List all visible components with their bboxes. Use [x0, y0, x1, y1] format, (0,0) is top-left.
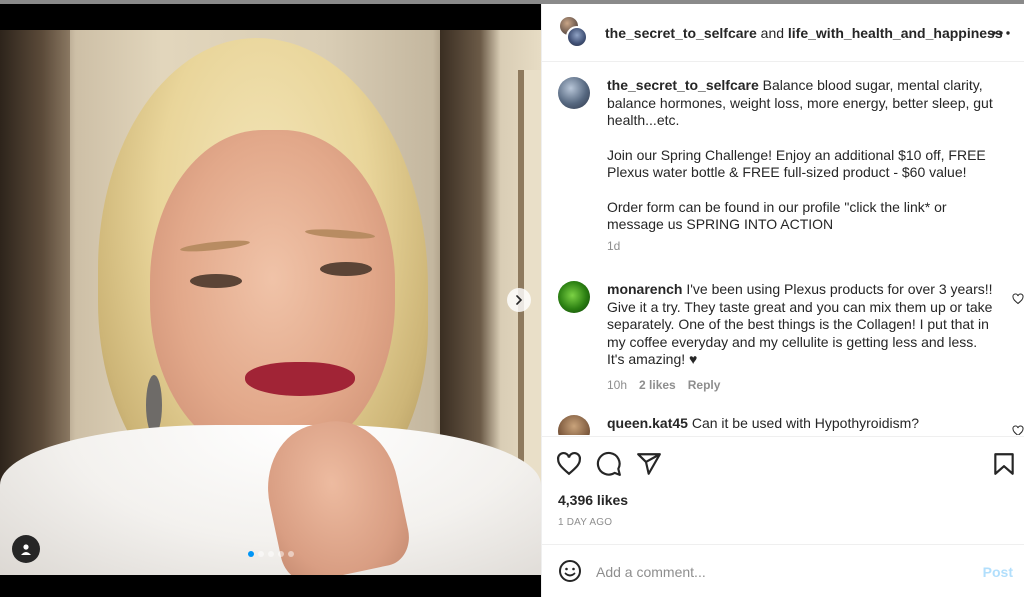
carousel-dot: [248, 551, 254, 557]
post-side-panel: the_secret_to_selfcare and life_with_hea…: [541, 4, 1024, 597]
post-media: [0, 4, 541, 597]
heart-icon[interactable]: [1012, 293, 1024, 305]
user-tag-icon: [21, 544, 31, 555]
comment-likes[interactable]: 2 likes: [639, 377, 676, 395]
likes-count[interactable]: 4,396 likes: [558, 492, 628, 508]
avatar[interactable]: [558, 77, 590, 109]
carousel-dot: [278, 551, 284, 557]
avatar[interactable]: [558, 415, 590, 435]
reply-button[interactable]: Reply: [688, 377, 721, 395]
heart-icon[interactable]: [556, 451, 582, 477]
avatar[interactable]: [558, 281, 590, 313]
share-icon[interactable]: [636, 451, 662, 477]
user-tags-button[interactable]: [12, 535, 40, 563]
chevron-right-icon: [516, 295, 523, 305]
caption-paragraph: Join our Spring Challenge! Enjoy an addi…: [607, 146, 990, 181]
save-icon[interactable]: [991, 451, 1017, 477]
comment-text: Can it be used with Hypothyroidism?: [691, 415, 920, 431]
collaborator-username[interactable]: life_with_health_and_happiness: [788, 25, 1003, 41]
comment-username[interactable]: queen.kat45: [607, 415, 688, 431]
post-photo: [0, 30, 541, 575]
more-icon: [992, 31, 1010, 35]
caption: the_secret_to_selfcare Balance blood sug…: [558, 77, 998, 255]
add-comment-bar: Post: [542, 544, 1024, 597]
comment-username[interactable]: monarench: [607, 281, 682, 297]
carousel-next-button[interactable]: [507, 288, 531, 312]
post-time: 1 DAY AGO: [558, 517, 613, 528]
author-username[interactable]: the_secret_to_selfcare: [605, 25, 757, 41]
more-options-button[interactable]: [991, 23, 1011, 43]
carousel-dot: [268, 551, 274, 557]
collab-avatars[interactable]: [558, 14, 592, 51]
carousel-dots: [248, 551, 294, 557]
comments-list[interactable]: the_secret_to_selfcare Balance blood sug…: [542, 63, 1024, 435]
post-comment-button[interactable]: Post: [983, 564, 1013, 580]
avatar: [566, 25, 588, 48]
heart-icon[interactable]: [1012, 425, 1024, 435]
photo-face: [150, 130, 395, 460]
emoji-icon[interactable]: [558, 559, 582, 583]
list-item: queen.kat45 Can it be used with Hypothyr…: [558, 415, 1024, 435]
header-joiner: and: [760, 24, 785, 41]
list-item: monarench I've been using Plexus product…: [558, 281, 1024, 395]
post-header: the_secret_to_selfcare and life_with_hea…: [542, 4, 1024, 62]
caption-paragraph: Order form can be found in our profile "…: [607, 198, 951, 233]
caption-username[interactable]: the_secret_to_selfcare: [607, 77, 759, 93]
caption-time: 1d: [607, 238, 621, 253]
comment-icon[interactable]: [596, 451, 622, 477]
carousel-dot: [288, 551, 294, 557]
comment-input[interactable]: [596, 561, 956, 583]
comment-time: 10h: [607, 377, 628, 392]
carousel-dot: [258, 551, 264, 557]
